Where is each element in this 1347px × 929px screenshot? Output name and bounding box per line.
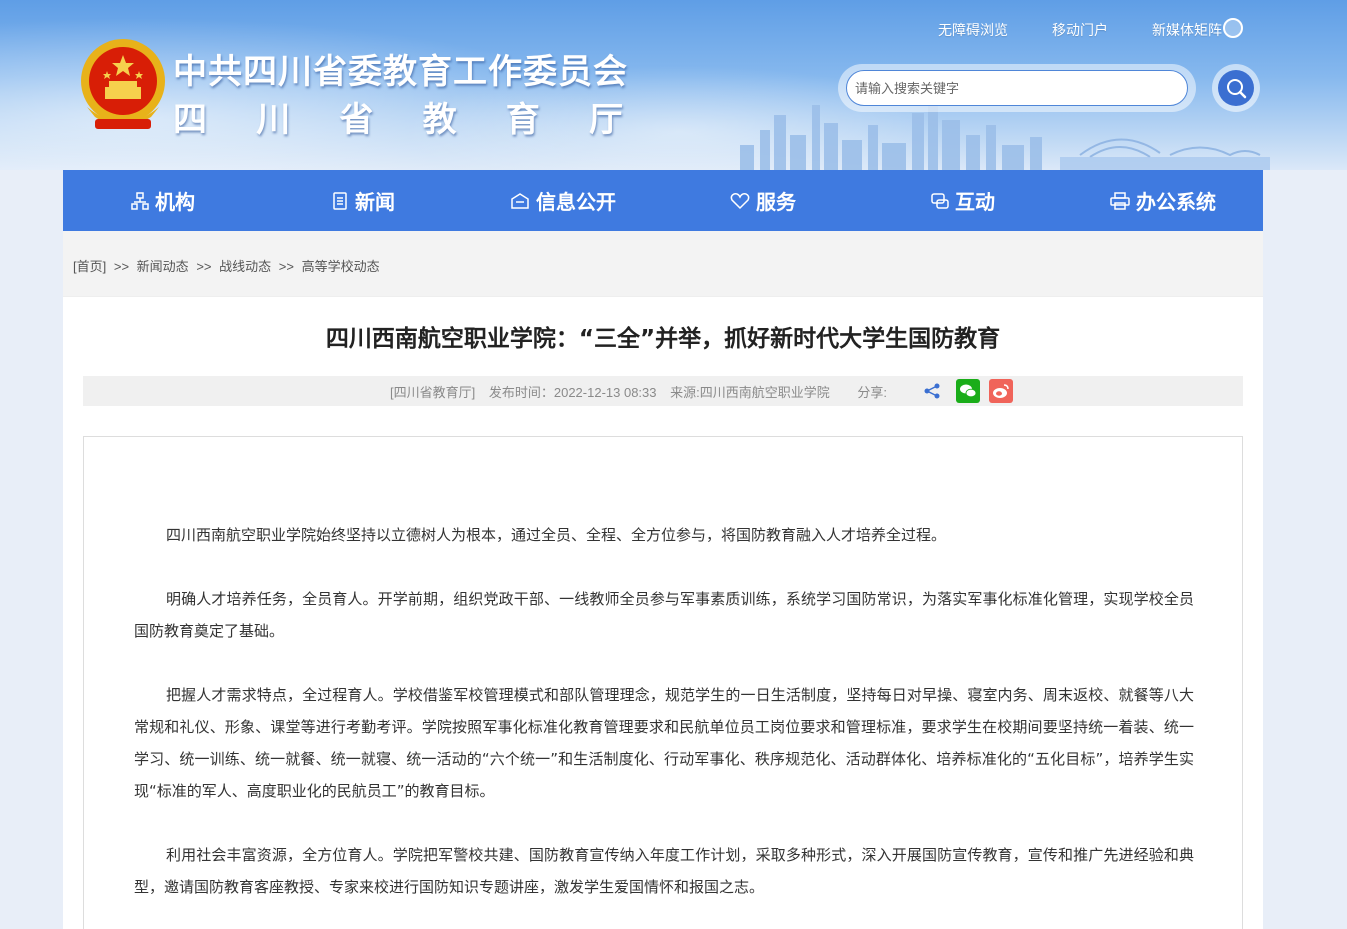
article-main: 四川西南航空职业学院：“三全”并举，抓好新时代大学生国防教育 [四川省教育厅] … [63,297,1263,929]
weibo-share-button[interactable] [989,379,1013,403]
nav-item-info[interactable]: 信息公开 [463,170,663,231]
org-icon [131,191,149,210]
article-origin: 来源:四川西南航空职业学院 [670,385,830,400]
nav-label: 互动 [955,190,995,214]
nav-item-service[interactable]: 服务 [663,170,863,231]
accessibility-link[interactable]: 无障碍浏览 [938,20,1008,40]
nav-label: 办公系统 [1136,190,1216,214]
news-icon [333,191,347,210]
breadcrumb-item[interactable]: 新闻动态 [137,259,189,274]
dept-name: 四 川 省 教 育 厅 [173,92,623,141]
search-box [838,64,1196,112]
search-button[interactable] [1212,64,1260,112]
article-title: 四川西南航空职业学院：“三全”并举，抓好新时代大学生国防教育 [325,326,1001,352]
service-icon [730,192,750,209]
breadcrumb-bar: [首页] >> 新闻动态 >> 战线动态 >> 高等学校动态 [63,231,1263,297]
publish-time: 发布时间：2022-12-13 08:33 [488,385,657,400]
nav-item-news[interactable]: 新闻 [263,170,463,231]
breadcrumb-separator: >> [278,259,294,274]
source-tag: [四川省教育厅] [390,385,476,400]
mobile-portal-link[interactable]: 移动门户 [1052,20,1108,40]
nav-label: 服务 [756,190,796,214]
wechat-share-button[interactable] [956,379,980,403]
interact-icon [931,192,949,209]
share-icon[interactable] [923,383,941,399]
nav-label: 信息公开 [536,190,616,214]
article-meta-bar: [四川省教育厅] 发布时间：2022-12-13 08:33 来源:四川西南航空… [83,376,1243,406]
dept-char: 省 [339,100,374,140]
dept-char: 四 [173,100,207,140]
search-icon [1227,79,1247,99]
search-input[interactable] [846,70,1188,106]
article-paragraph: 把握人才需求特点，全过程育人。学校借鉴军校管理模式和部队管理理念，规范学生的一日… [134,686,1194,800]
share-label: 分享: [857,385,888,400]
breadcrumb-item[interactable]: 战线动态 [219,259,271,274]
main-nav: 机构 新闻 信息公开 服务 互动 办公系统 [63,170,1263,231]
article-body: 四川西南航空职业学院始终坚持以立德树人为根本，通过全员、全程、全方位参与，将国防… [83,436,1243,929]
office-icon [1110,191,1130,210]
breadcrumb-home[interactable]: [首页] [73,259,106,274]
article-paragraph: 利用社会丰富资源，全方位育人。学院把军警校共建、国防教育宣传纳入年度工作计划，采… [134,846,1194,896]
org-name: 中共四川省委教育工作委员会 [173,52,628,92]
dept-char: 育 [505,100,540,140]
nav-item-office[interactable]: 办公系统 [1063,170,1263,231]
search-button-circle [1218,70,1254,106]
breadcrumb: [首页] >> 新闻动态 >> 战线动态 >> 高等学校动态 [73,256,380,275]
header-banner: 中共四川省委教育工作委员会 四 川 省 教 育 厅 无障碍浏览 移动门户 新媒体… [0,0,1347,170]
info-icon [511,192,529,209]
nav-label: 机构 [155,190,195,214]
wechat-icon [960,384,977,398]
breadcrumb-separator: >> [113,259,130,274]
article-meta-info: [四川省教育厅] 发布时间：2022-12-13 08:33 来源:四川西南航空… [390,382,897,401]
nav-item-interact[interactable]: 互动 [863,170,1063,231]
weibo-icon [993,384,1009,398]
dept-char: 川 [256,100,291,140]
breadcrumb-separator: >> [196,259,212,274]
nav-item-org[interactable]: 机构 [63,170,263,231]
breadcrumb-item[interactable]: 高等学校动态 [302,259,380,274]
new-media-link[interactable]: 新媒体矩阵 [1152,20,1222,40]
article-paragraph: 明确人才培养任务，全员育人。开学前期，组织党政干部、一线教师全员参与军事素质训练… [134,590,1194,640]
national-emblem-logo [81,39,165,129]
dept-char: 教 [422,100,457,140]
nav-label: 新闻 [355,190,395,214]
new-media-icon[interactable] [1223,18,1243,38]
dept-char: 厅 [588,100,623,140]
article-paragraph: 四川西南航空职业学院始终坚持以立德树人为根本，通过全员、全程、全方位参与，将国防… [166,526,947,544]
